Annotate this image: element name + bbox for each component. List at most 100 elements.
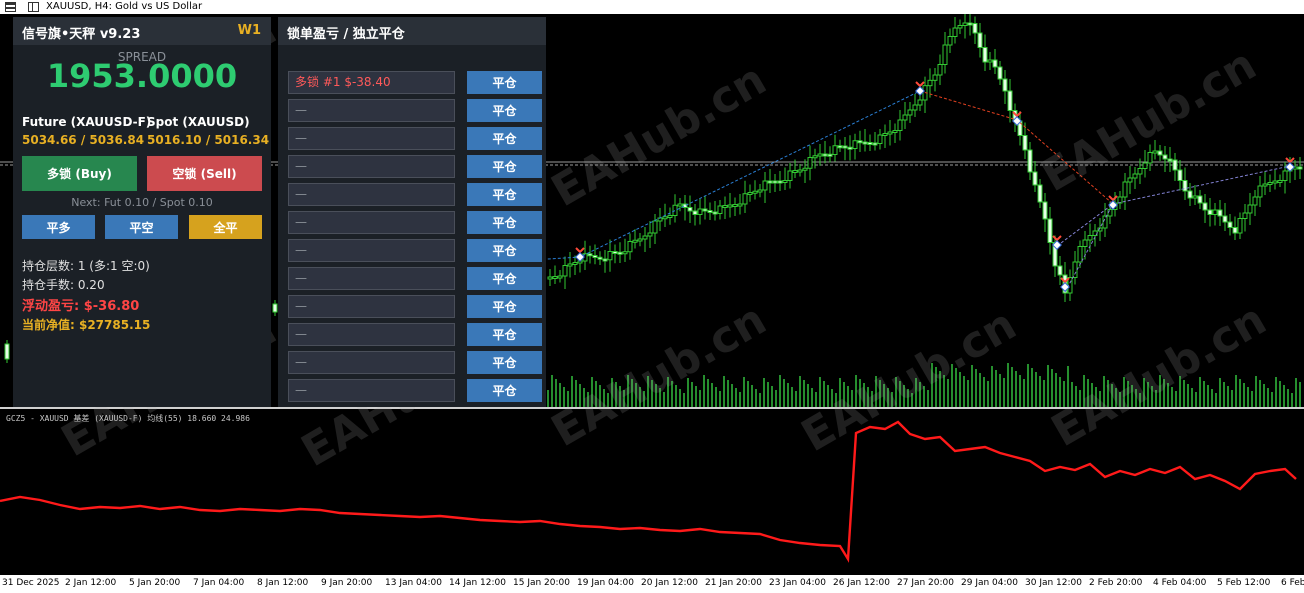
candle-body bbox=[1037, 184, 1043, 203]
time-tick-label: 13 Jan 04:00 bbox=[385, 578, 442, 588]
close-short-button[interactable]: 平空 bbox=[105, 215, 178, 239]
panel-title: 信号旗•天秤 v9.23 bbox=[22, 27, 141, 42]
time-tick-label: 30 Jan 12:00 bbox=[1025, 578, 1082, 588]
candle-body bbox=[727, 204, 733, 208]
candle-body bbox=[642, 235, 648, 240]
candle-body bbox=[692, 210, 698, 215]
candle-body bbox=[607, 251, 613, 261]
candle-body bbox=[997, 66, 1003, 80]
candle-body bbox=[1267, 182, 1273, 185]
close-position-button[interactable]: 平仓 bbox=[467, 379, 542, 402]
time-tick-label: 27 Jan 20:00 bbox=[897, 578, 954, 588]
candle-body bbox=[1282, 170, 1288, 181]
trade-arrow-marker bbox=[575, 247, 585, 254]
close-all-button[interactable]: 全平 bbox=[189, 215, 262, 239]
close-position-button[interactable]: 平仓 bbox=[467, 295, 542, 318]
time-tick-label: 6 Feb bbox=[1281, 578, 1304, 588]
candle-body bbox=[747, 192, 753, 195]
position-lots: 持仓手数: 0.20 bbox=[22, 278, 105, 292]
sell-lock-button[interactable]: 空锁 (Sell) bbox=[147, 156, 262, 191]
time-tick-label: 29 Jan 04:00 bbox=[961, 578, 1018, 588]
lock-row-label: — bbox=[288, 127, 455, 150]
close-position-button[interactable]: 平仓 bbox=[467, 323, 542, 346]
candle-body bbox=[1032, 171, 1038, 186]
candle-body bbox=[722, 205, 728, 208]
candle-body bbox=[907, 109, 913, 116]
candle-body bbox=[1167, 158, 1173, 162]
candle-body bbox=[1082, 239, 1088, 247]
candle-body bbox=[1177, 169, 1183, 181]
candle-body bbox=[872, 142, 878, 146]
window-title: XAUUSD, H4: Gold vs US Dollar bbox=[46, 1, 203, 12]
candle-body bbox=[632, 239, 638, 243]
candle-body bbox=[1122, 181, 1128, 198]
time-tick-label: 19 Jan 04:00 bbox=[577, 578, 634, 588]
time-tick-label: 4 Feb 04:00 bbox=[1153, 578, 1207, 588]
ea-control-panel: 信号旗•天秤 v9.23 W1 SPREAD 1953.0000 Future … bbox=[13, 17, 271, 407]
time-tick-label: 2 Feb 20:00 bbox=[1089, 578, 1143, 588]
candle-body bbox=[557, 275, 563, 279]
candle-body bbox=[767, 180, 773, 184]
close-position-button[interactable]: 平仓 bbox=[467, 99, 542, 122]
menu-icon[interactable] bbox=[5, 2, 16, 12]
candle-body bbox=[987, 59, 993, 63]
close-position-button[interactable]: 平仓 bbox=[467, 239, 542, 262]
close-position-button[interactable]: 平仓 bbox=[467, 71, 542, 94]
candle-body bbox=[1057, 265, 1063, 276]
close-position-button[interactable]: 平仓 bbox=[467, 267, 542, 290]
candle-body bbox=[847, 146, 853, 150]
candle-body bbox=[787, 170, 793, 181]
time-tick-label: 8 Jan 12:00 bbox=[257, 578, 309, 588]
candle-body bbox=[1262, 183, 1268, 187]
candle-body bbox=[782, 180, 788, 183]
candle-body bbox=[817, 153, 823, 157]
candle-body bbox=[947, 36, 953, 46]
trade-diamond-marker bbox=[1285, 162, 1295, 172]
lock-panel-title: 锁单盈亏 / 独立平仓 bbox=[287, 27, 405, 42]
candle-body bbox=[672, 204, 678, 216]
candle-body bbox=[572, 262, 578, 265]
lock-row-label: — bbox=[288, 211, 455, 234]
candle-body bbox=[967, 22, 973, 26]
close-position-button[interactable]: 平仓 bbox=[467, 351, 542, 374]
time-tick-label: 26 Jan 12:00 bbox=[833, 578, 890, 588]
candle-body bbox=[647, 232, 653, 237]
candle-body bbox=[1132, 173, 1138, 179]
spot-label: Spot (XAUUSD) bbox=[147, 115, 250, 129]
close-long-button[interactable]: 平多 bbox=[22, 215, 95, 239]
buy-lock-button[interactable]: 多锁 (Buy) bbox=[22, 156, 137, 191]
candle-body bbox=[822, 153, 828, 157]
candle-body bbox=[1232, 227, 1238, 234]
candle-body bbox=[1182, 180, 1188, 192]
candle-body bbox=[587, 253, 593, 257]
position-layers: 持仓层数: 1 (多:1 空:0) bbox=[22, 259, 150, 273]
equity: 当前净值: $27785.15 bbox=[22, 318, 151, 332]
candle-body bbox=[972, 23, 978, 34]
close-position-button[interactable]: 平仓 bbox=[467, 155, 542, 178]
candle-body bbox=[1227, 221, 1233, 228]
candle-body bbox=[897, 119, 903, 131]
close-position-button[interactable]: 平仓 bbox=[467, 183, 542, 206]
candle-body bbox=[1272, 180, 1278, 184]
candle-body bbox=[797, 169, 803, 173]
candle-body bbox=[852, 140, 858, 149]
time-tick-label: 9 Jan 20:00 bbox=[321, 578, 373, 588]
candle-body bbox=[1202, 202, 1208, 211]
candle-body bbox=[867, 142, 873, 145]
candle-body bbox=[857, 140, 863, 144]
close-position-button[interactable]: 平仓 bbox=[467, 211, 542, 234]
candle-body bbox=[652, 220, 658, 234]
candle-body bbox=[562, 265, 568, 277]
candle-body bbox=[862, 141, 868, 145]
candle-body bbox=[992, 59, 998, 68]
candle-body bbox=[982, 47, 988, 63]
close-position-button[interactable]: 平仓 bbox=[467, 127, 542, 150]
time-tick-label: 5 Feb 12:00 bbox=[1217, 578, 1271, 588]
time-tick-label: 15 Jan 20:00 bbox=[513, 578, 570, 588]
candle-body bbox=[712, 211, 718, 215]
candle-body bbox=[802, 167, 808, 171]
lock-row-label: — bbox=[288, 323, 455, 346]
floating-pl: 浮动盈亏: $-36.80 bbox=[22, 299, 140, 314]
candle-body bbox=[842, 145, 848, 149]
candle-body bbox=[1252, 196, 1258, 206]
